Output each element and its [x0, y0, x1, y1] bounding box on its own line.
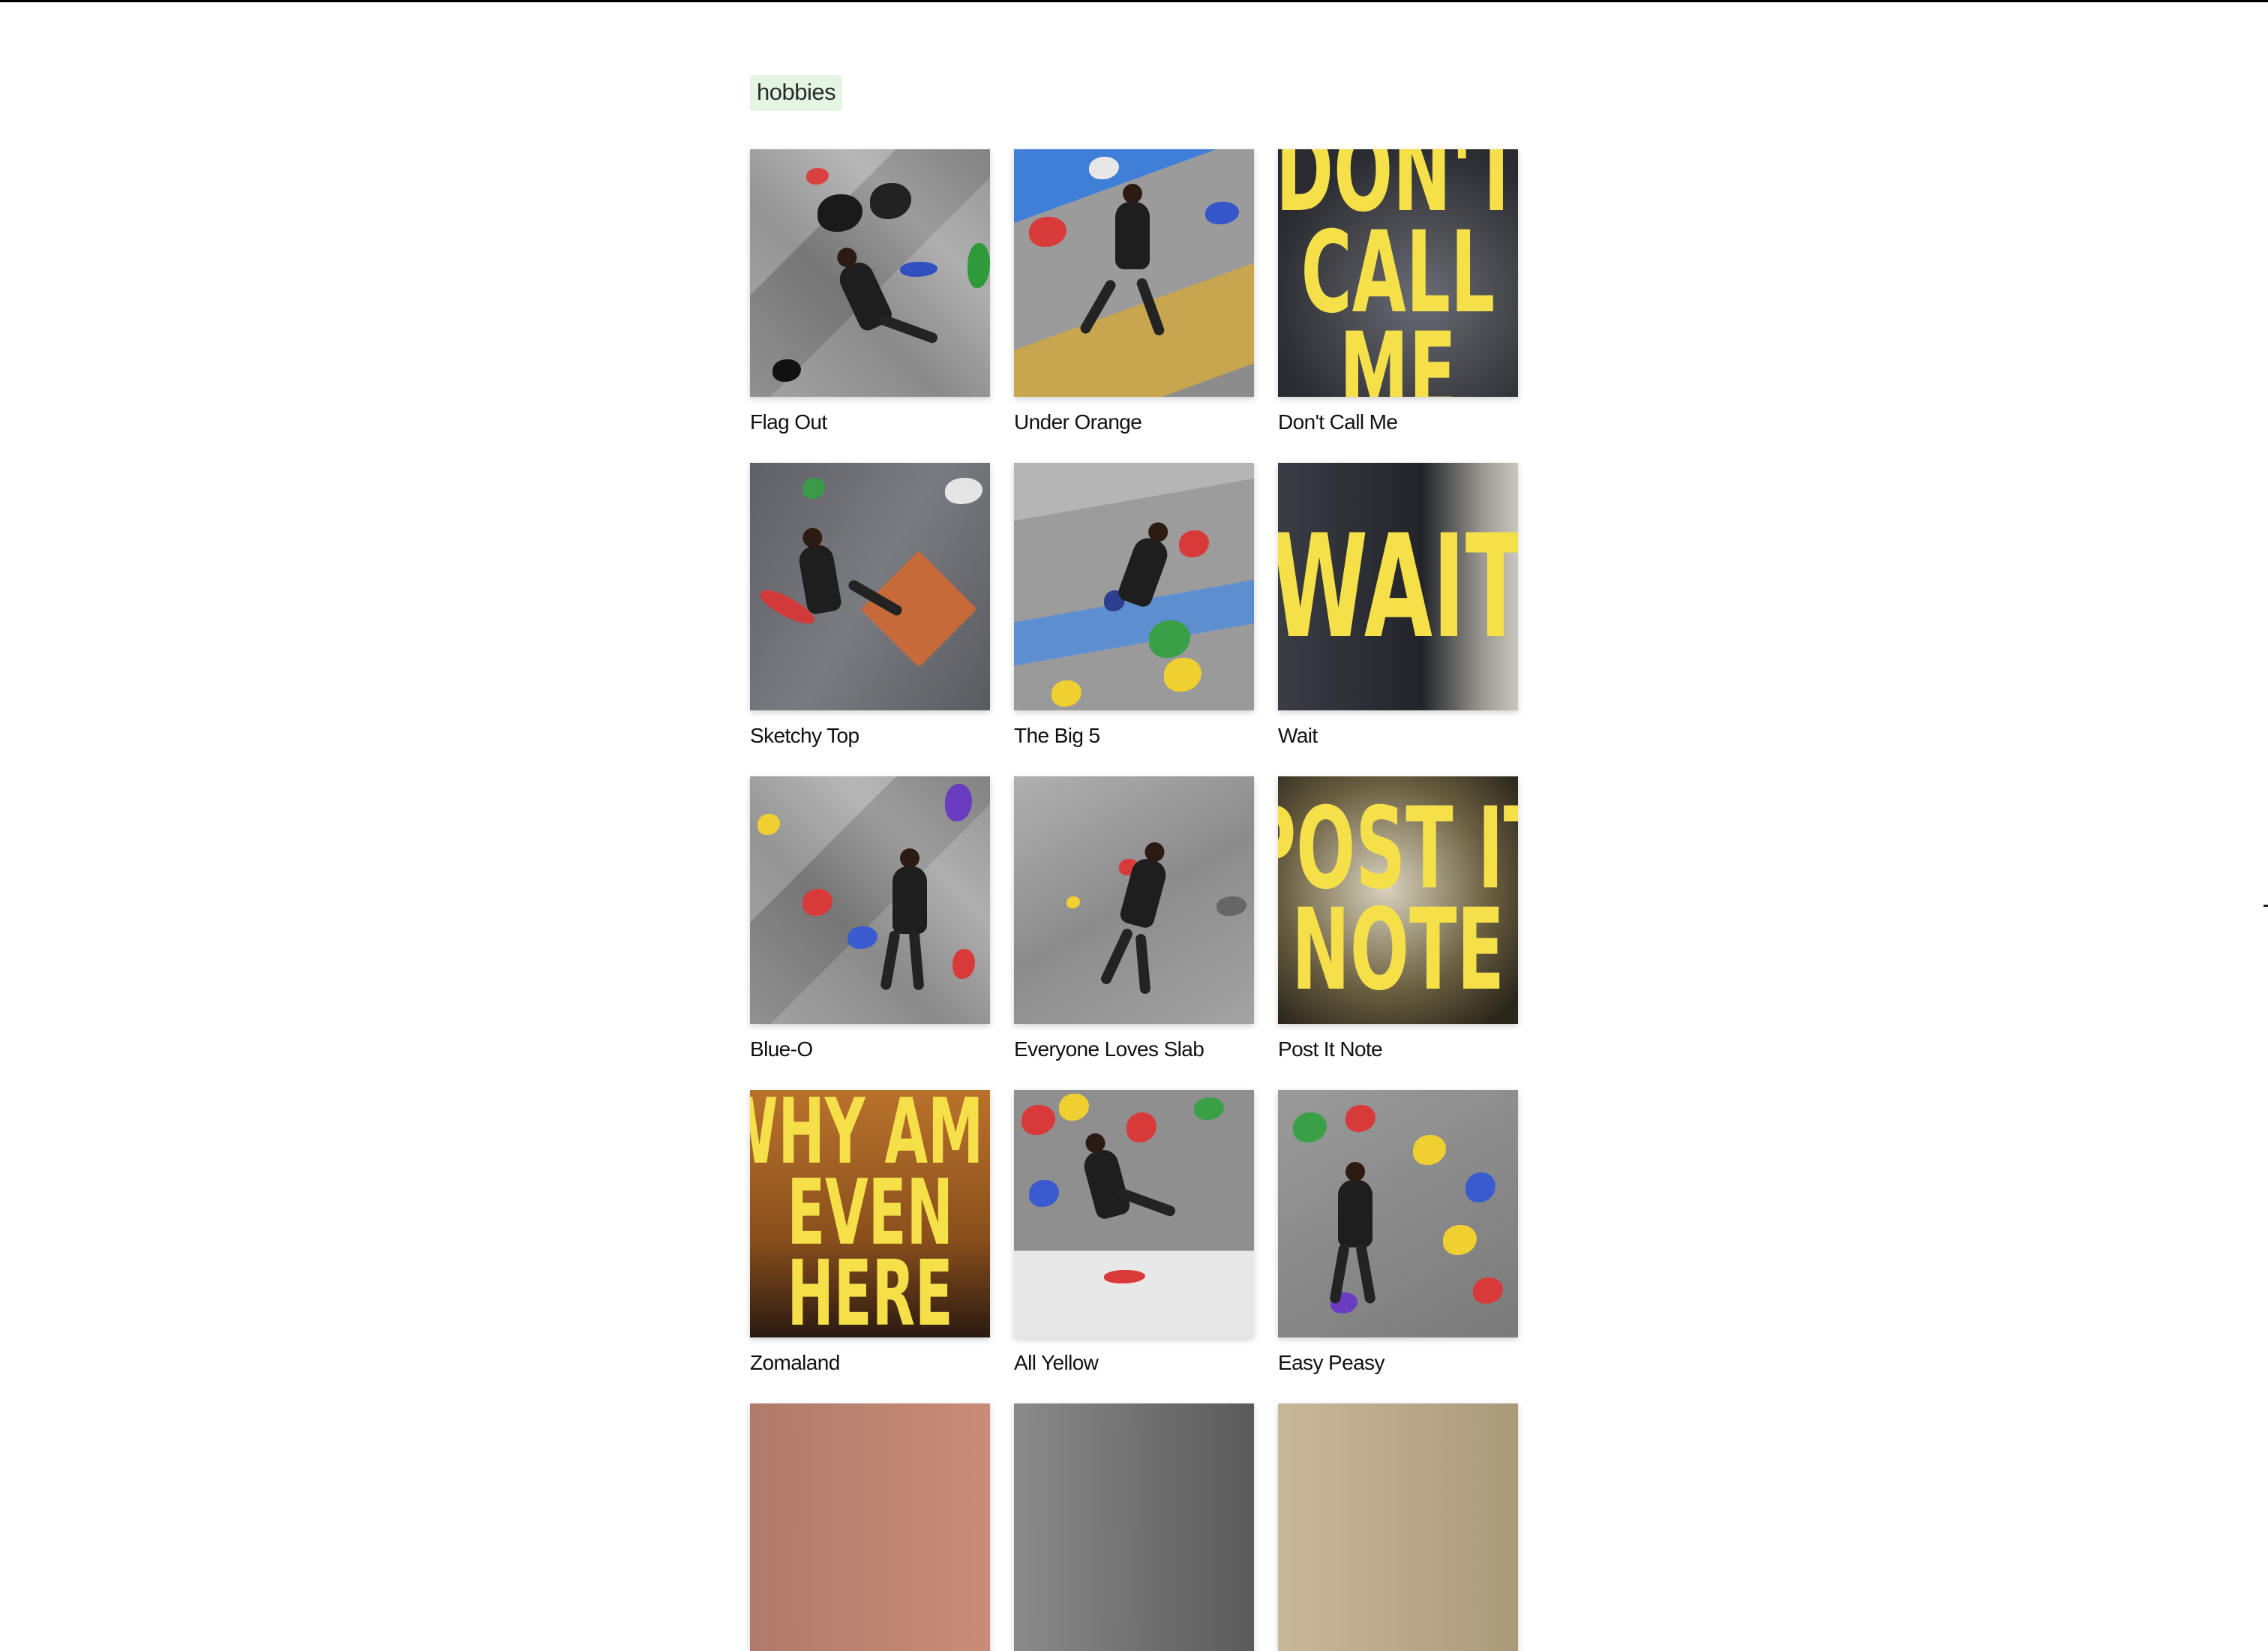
video-thumbnail[interactable]: DON'T CALL ME [1278, 149, 1518, 397]
video-card-zomaland[interactable]: WHY AM I EVEN HERE Zomaland [750, 1090, 990, 1375]
video-card-partial[interactable] [750, 1403, 990, 1651]
video-card-the-big-5[interactable]: The Big 5 [1014, 463, 1254, 748]
video-thumbnail[interactable]: WAIT [1278, 463, 1518, 710]
video-thumbnail[interactable] [1278, 1403, 1518, 1651]
video-card-flag-out[interactable]: Flag Out [750, 149, 990, 434]
video-grid: Flag Out Under Orange DON'T CALL ME Don'… [750, 149, 1522, 1651]
video-thumbnail[interactable] [1014, 1403, 1254, 1651]
hobbies-section: hobbies Flag Out Under Orange DON'T CALL… [750, 75, 1522, 1651]
video-card-partial[interactable] [1278, 1403, 1518, 1651]
video-thumbnail[interactable] [1014, 1090, 1254, 1337]
video-title: Easy Peasy [1278, 1351, 1384, 1374]
top-border [0, 0, 2268, 2]
video-thumbnail[interactable] [750, 1403, 990, 1651]
video-title: The Big 5 [1014, 724, 1100, 747]
video-thumbnail[interactable] [750, 149, 990, 397]
video-thumbnail[interactable] [750, 463, 990, 710]
video-title: Everyone Loves Slab [1014, 1037, 1204, 1061]
video-title: All Yellow [1014, 1351, 1099, 1374]
video-card-partial[interactable] [1014, 1403, 1254, 1651]
video-title: Don't Call Me [1278, 410, 1398, 434]
poster-text-line: WAIT [1278, 503, 1518, 670]
video-card-under-orange[interactable]: Under Orange [1014, 149, 1254, 434]
video-card-easy-peasy[interactable]: Easy Peasy [1278, 1090, 1518, 1375]
video-title: Wait [1278, 724, 1318, 747]
video-thumbnail[interactable] [1014, 776, 1254, 1024]
video-card-wait[interactable]: WAIT Wait [1278, 463, 1518, 748]
video-card-all-yellow[interactable]: All Yellow [1014, 1090, 1254, 1375]
video-card-blue-o[interactable]: Blue-O [750, 776, 990, 1061]
video-title: Post It Note [1278, 1037, 1383, 1061]
video-thumbnail[interactable] [1278, 1090, 1518, 1337]
video-title: Flag Out [750, 410, 827, 434]
video-thumbnail[interactable] [1014, 463, 1254, 710]
video-card-sketchy-top[interactable]: Sketchy Top [750, 463, 990, 748]
video-thumbnail[interactable]: POST IT NOTE [1278, 776, 1518, 1024]
video-card-dont-call-me[interactable]: DON'T CALL ME Don't Call Me [1278, 149, 1518, 434]
video-thumbnail[interactable]: WHY AM I EVEN HERE [750, 1090, 990, 1337]
video-title: Blue-O [750, 1037, 813, 1061]
poster-text-line: NOTE [1292, 885, 1504, 1016]
video-title: Sketchy Top [750, 724, 860, 747]
scroll-indicator [2264, 905, 2268, 907]
video-thumbnail[interactable] [1014, 149, 1254, 397]
video-thumbnail[interactable] [750, 776, 990, 1024]
poster-text-line: HERE [787, 1242, 953, 1338]
video-title: Zomaland [750, 1351, 840, 1374]
video-card-post-it-note[interactable]: POST IT NOTE Post It Note [1278, 776, 1518, 1061]
video-title: Under Orange [1014, 410, 1142, 434]
hobbies-tag: hobbies [750, 75, 843, 111]
video-card-everyone-loves-slab[interactable]: Everyone Loves Slab [1014, 776, 1254, 1061]
